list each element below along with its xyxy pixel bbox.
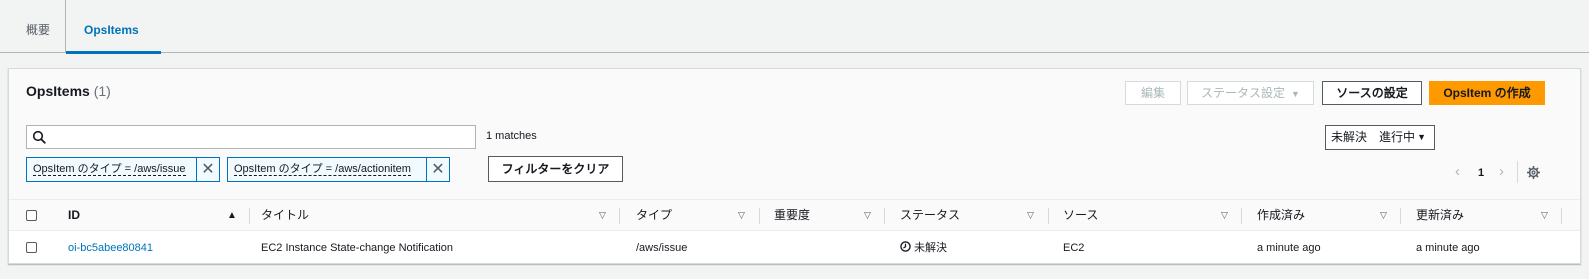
edit-button[interactable]: 編集 <box>1125 81 1181 105</box>
sort-icon[interactable]: ▽ <box>738 200 745 231</box>
panel-title-text: OpsItems <box>26 83 90 99</box>
gear-icon[interactable] <box>1527 166 1540 179</box>
tab-overview[interactable]: 概要 <box>14 0 62 53</box>
column-header-created[interactable]: 作成済み <box>1257 200 1305 231</box>
filter-token-label[interactable]: OpsItem のタイプ = /aws/actionitem <box>234 163 411 176</box>
status-filter-select[interactable]: 未解決 進行中 ▼ <box>1325 125 1435 150</box>
chevron-left-icon[interactable]: ‹ <box>1455 163 1460 180</box>
column-divider[interactable] <box>884 208 885 224</box>
create-opsitem-button[interactable]: OpsItem の作成 <box>1429 81 1545 105</box>
column-divider[interactable] <box>1561 208 1562 224</box>
close-icon[interactable]: ✕ <box>196 158 219 181</box>
sort-ascending-icon[interactable]: ▲ <box>227 200 237 231</box>
column-header-updated[interactable]: 更新済み <box>1416 200 1464 231</box>
opsitem-created: a minute ago <box>1257 242 1321 254</box>
opsitem-title: EC2 Instance State-change Notification <box>261 242 454 254</box>
column-divider[interactable] <box>1241 208 1242 224</box>
sort-icon[interactable]: ▽ <box>1541 200 1548 231</box>
panel-title: OpsItems (1) <box>26 83 111 99</box>
select-all-checkbox[interactable] <box>26 210 37 221</box>
column-divider[interactable] <box>619 208 620 224</box>
match-count: 1 matches <box>486 130 537 142</box>
sort-icon[interactable]: ▽ <box>1380 200 1387 231</box>
opsitem-updated: a minute ago <box>1416 242 1480 254</box>
configure-sources-button[interactable]: ソースの設定 <box>1322 81 1422 105</box>
tab-opsitems[interactable]: OpsItems <box>65 0 161 54</box>
column-header-source[interactable]: ソース <box>1063 200 1098 231</box>
clear-filters-button[interactable]: フィルターをクリア <box>488 156 623 182</box>
page-number[interactable]: 1 <box>1478 167 1484 179</box>
opsitems-panel: OpsItems (1) 編集 ステータス設定 ▼ ソースの設定 OpsItem … <box>8 68 1581 264</box>
table-row[interactable]: oi-bc5abee80841 EC2 Instance State-chang… <box>9 232 1580 264</box>
close-icon[interactable]: ✕ <box>426 158 449 181</box>
set-status-label: ステータス設定 <box>1201 86 1286 100</box>
status-text: 未解決 <box>914 242 947 254</box>
opsitem-id-link[interactable]: oi-bc5abee80841 <box>68 232 153 264</box>
sort-icon[interactable]: ▽ <box>864 200 871 231</box>
panel-header: OpsItems (1) 編集 ステータス設定 ▼ ソースの設定 OpsItem … <box>9 69 1580 199</box>
status-filter-value: 未解決 進行中 <box>1331 130 1416 144</box>
sort-icon[interactable]: ▽ <box>1221 200 1228 231</box>
column-header-type[interactable]: タイプ <box>636 200 672 231</box>
filter-token: OpsItem のタイプ = /aws/actionitem ✕ <box>227 157 450 182</box>
opsitem-type: /aws/issue <box>636 242 688 254</box>
set-status-button[interactable]: ステータス設定 ▼ <box>1187 81 1314 105</box>
chevron-right-icon[interactable]: › <box>1499 163 1504 180</box>
search-input[interactable] <box>26 125 476 149</box>
sort-icon[interactable]: ▽ <box>1027 200 1034 231</box>
row-checkbox[interactable] <box>26 242 37 253</box>
sort-icon[interactable]: ▽ <box>599 200 606 231</box>
column-header-status[interactable]: ステータス <box>900 200 960 231</box>
caret-down-icon: ▼ <box>1291 89 1300 99</box>
column-header-severity[interactable]: 重要度 <box>774 200 810 231</box>
column-header-title[interactable]: タイトル <box>261 200 309 231</box>
divider <box>1517 161 1518 183</box>
table-header: ID ▲ タイトル ▽ タイプ ▽ 重要度 ▽ ステータス ▽ ソース ▽ 作成… <box>9 199 1580 231</box>
filter-token-label[interactable]: OpsItem のタイプ = /aws/issue <box>33 163 186 176</box>
search-icon <box>32 130 46 144</box>
column-divider[interactable] <box>249 208 250 224</box>
filter-token: OpsItem のタイプ = /aws/issue ✕ <box>26 157 220 182</box>
column-divider[interactable] <box>1400 208 1401 224</box>
column-divider[interactable] <box>1048 208 1049 224</box>
opsitem-source: EC2 <box>1063 242 1085 254</box>
column-divider[interactable] <box>759 208 760 224</box>
column-header-id[interactable]: ID <box>68 200 80 231</box>
caret-down-icon: ▼ <box>1417 132 1426 142</box>
item-count: (1) <box>93 83 111 99</box>
tab-bar: 概要 OpsItems <box>0 0 1589 54</box>
clock-icon <box>900 241 911 252</box>
opsitem-status: 未解決 <box>900 232 947 264</box>
